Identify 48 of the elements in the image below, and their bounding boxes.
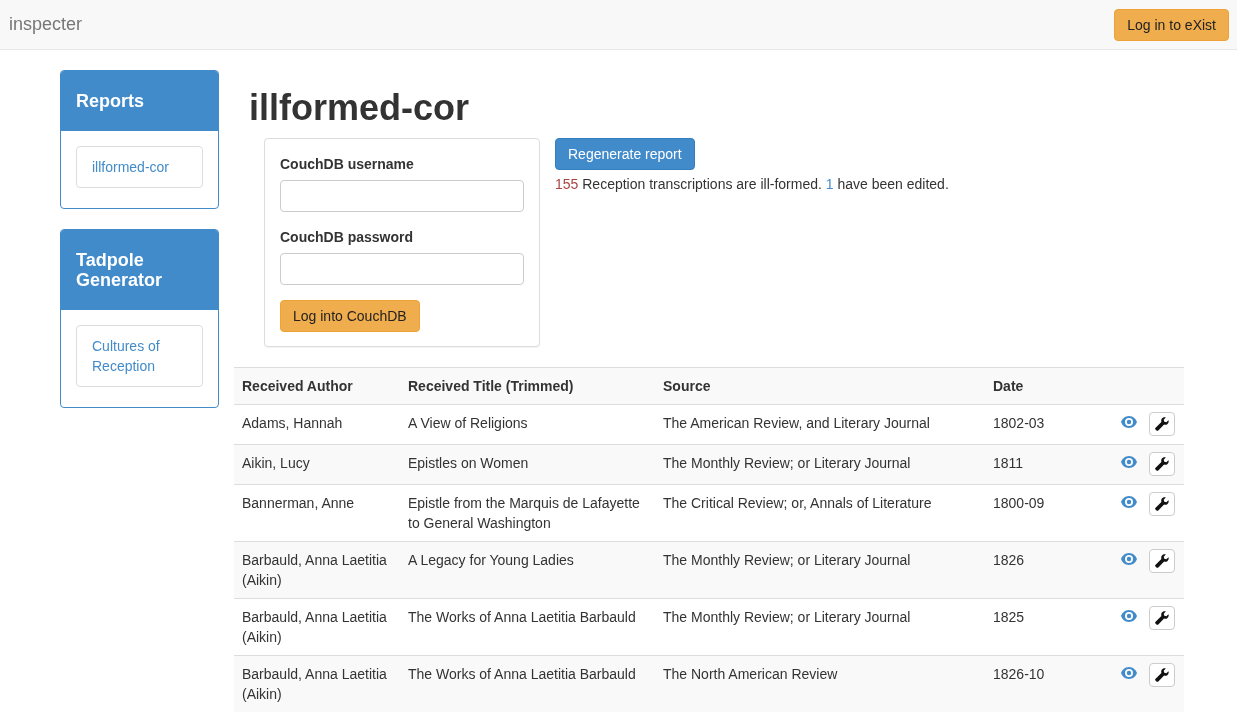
wrench-icon <box>1155 668 1169 682</box>
table-cell: 1826-10 <box>985 655 1105 712</box>
regenerate-button[interactable]: Regenerate report <box>555 138 695 170</box>
couchdb-login-button[interactable]: Log into CouchDB <box>280 300 420 332</box>
edit-button[interactable] <box>1149 492 1175 516</box>
eye-icon[interactable] <box>1121 553 1137 565</box>
sidebar-link[interactable]: Cultures of Reception <box>76 325 203 387</box>
edit-button[interactable] <box>1149 606 1175 630</box>
table-cell: The Monthly Review; or Literary Journal <box>655 444 985 485</box>
table-cell: Epistles on Women <box>400 444 655 485</box>
eye-icon[interactable] <box>1121 416 1137 428</box>
wrench-icon <box>1155 417 1169 431</box>
wrench-icon <box>1155 554 1169 568</box>
eye-icon[interactable] <box>1121 667 1137 679</box>
column-header: Date <box>985 367 1105 405</box>
wrench-icon <box>1155 457 1169 471</box>
username-label: CouchDB username <box>280 155 415 174</box>
page-title: illformed-cor <box>249 88 471 128</box>
wrench-icon <box>1155 611 1169 625</box>
column-header: Received Title (Trimmed) <box>400 367 655 405</box>
login-button[interactable]: Log in to eXist <box>1114 8 1229 41</box>
table-cell: Barbauld, Anna Laetitia (Aikin) <box>234 541 400 599</box>
column-header: Received Author <box>234 367 400 405</box>
edit-button[interactable] <box>1149 549 1175 573</box>
table-cell: The North American Review <box>655 655 985 712</box>
app-brand[interactable]: inspecter <box>9 14 83 35</box>
password-field[interactable] <box>280 253 524 285</box>
eye-icon[interactable] <box>1121 496 1137 508</box>
wrench-icon <box>1155 497 1169 511</box>
table-cell: The Works of Anna Laetitia Barbauld <box>400 655 655 712</box>
eye-icon[interactable] <box>1121 456 1137 468</box>
summary-text: 155 Reception transcriptions are ill-formed. 1 have been edited. <box>555 175 949 194</box>
table-cell: 1811 <box>985 444 1105 485</box>
sidebar-link[interactable]: illformed-cor <box>76 146 203 188</box>
edit-button[interactable] <box>1149 412 1175 436</box>
table-cell: The Monthly Review; or Literary Journal <box>655 541 985 599</box>
edit-button[interactable] <box>1149 663 1175 687</box>
panel-heading: Tadpole Generator <box>61 230 218 310</box>
username-field[interactable] <box>280 180 524 212</box>
table-cell: Aikin, Lucy <box>234 444 400 485</box>
table-cell: A Legacy for Young Ladies <box>400 541 655 599</box>
eye-icon[interactable] <box>1121 610 1137 622</box>
panel-heading: Reports <box>61 71 218 131</box>
table-cell: Barbauld, Anna Laetitia (Aikin) <box>234 655 400 712</box>
edit-button[interactable] <box>1149 452 1175 476</box>
password-label: CouchDB password <box>280 228 414 247</box>
table-cell: 1826 <box>985 541 1105 599</box>
column-header: Source <box>655 367 985 405</box>
